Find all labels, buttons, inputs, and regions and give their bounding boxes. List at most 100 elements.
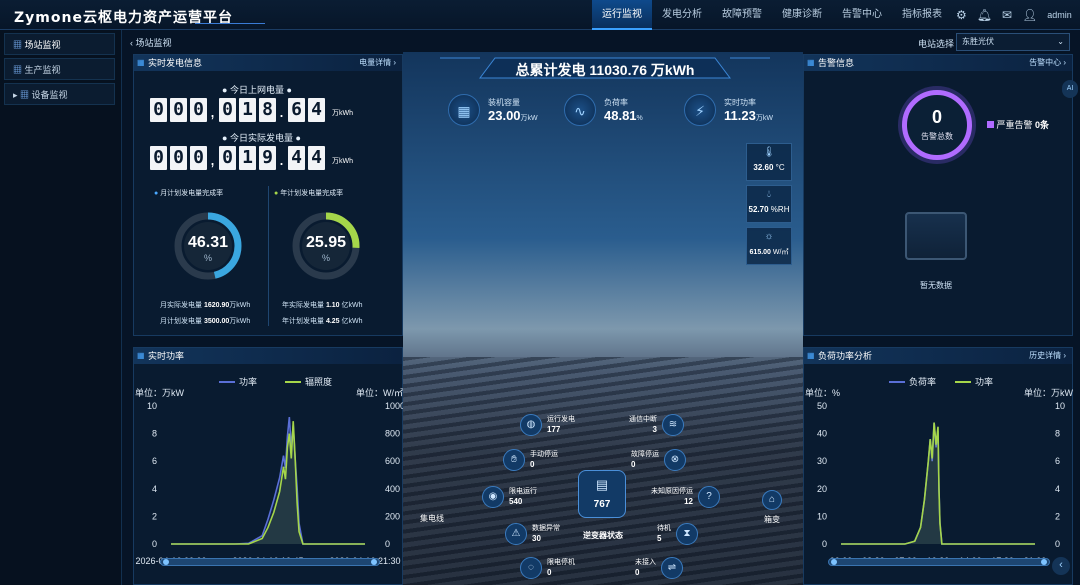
info-unit: 亿kWh [341, 318, 363, 325]
env-value: 32.60 [753, 163, 774, 172]
digit: 0 [219, 146, 236, 170]
node-value: 0 [635, 568, 640, 577]
nav-item-gen-analysis[interactable]: 发电分析 [652, 0, 712, 30]
stat-label: 实时功率 [724, 98, 756, 107]
env-unit: %RH [770, 205, 790, 214]
inv-comm-lost: 通信中断 3 ≋ [624, 414, 684, 436]
y-tick-left: 50 [817, 401, 827, 411]
hourglass-icon: ⧗ [676, 523, 698, 545]
digit: 9 [259, 146, 276, 170]
running-icon: ◍ [520, 414, 542, 436]
grid-icon: ▦ [20, 90, 32, 100]
warning-icon: ⚠︎ [505, 523, 527, 545]
label-text: 今日上网电量 [229, 85, 284, 95]
severe-alarm: 严重告警 0条 [987, 118, 1049, 131]
y-tick-left: 10 [817, 511, 827, 521]
inv-fault-stop: 故障停运 0 ⊗ [626, 449, 686, 471]
y-tick-left: 10 [147, 401, 157, 411]
env-irradiance: ☼ 615.00 W/㎡ [746, 227, 792, 265]
alarm-center-link[interactable]: 告警中心 › [1029, 55, 1066, 71]
y-tick-left: 0 [152, 539, 157, 549]
sidebar-item-station-monitor[interactable]: ▦ 场站监视 [4, 33, 115, 55]
sidebar-item-production-monitor[interactable]: ▦ 生产监视 [4, 58, 115, 80]
power-chart: 功率 辐照度单位：万kW 单位：W/㎡ 10 1000 8 800 6 600 4 400 2 200 0… [135, 376, 403, 566]
y-tick-right: 400 [385, 484, 400, 494]
digit-unit: 万kWh [332, 110, 353, 117]
y-tick-right: 2 [1055, 511, 1060, 521]
y-tick-left: 8 [152, 429, 157, 439]
y-tick-left: 30 [817, 456, 827, 466]
load-panel-header: ▦ 负荷功率分析 历史详情 › [804, 348, 1072, 364]
node-label: 手动停运 [530, 451, 558, 458]
load-chart-scrollbar[interactable] [828, 558, 1050, 566]
breadcrumb-label: 场站监视 [135, 38, 172, 48]
env-humidity: 💧︎ 52.70 %RH [746, 185, 792, 223]
digit: 0 [150, 98, 167, 122]
actual-energy-label: ● 今日实际发电量 ● [222, 133, 301, 143]
load-panel-title: 负荷功率分析 [818, 351, 873, 361]
node-value: 177 [547, 425, 561, 434]
grid-energy-label: ● 今日上网电量 ● [222, 85, 292, 95]
info-value: 1620.90 [203, 302, 230, 309]
plug-icon: ⇌ [661, 557, 683, 579]
y-tick-right: 600 [385, 456, 400, 466]
series-area [171, 417, 365, 544]
scroll-handle-right[interactable] [371, 559, 377, 565]
scroll-handle-right[interactable] [1041, 559, 1047, 565]
nav-item-reports[interactable]: 指标报表 [892, 0, 952, 30]
alarm-panel-title: 告警信息 [818, 58, 855, 68]
gen-detail-link[interactable]: 电量详情 › [359, 55, 396, 71]
y-axis-unit-right: 单位：万kW [1024, 387, 1073, 398]
label-text: 月计划发电量完成率 [160, 190, 224, 197]
y-tick-right: 0 [385, 539, 390, 549]
panel-mark-icon: ▦ [137, 351, 145, 360]
scroll-handle-left[interactable] [163, 559, 169, 565]
y-axis-unit-right: 单位：W/㎡ [356, 387, 403, 398]
gen-panel-header: ▦ 实时发电信息 电量详情 › [134, 55, 402, 71]
month-rate-title: ● 月计划发电量完成率 [154, 190, 224, 197]
nav-item-run-monitor[interactable]: 运行监视 [592, 0, 652, 30]
nav-item-health[interactable]: 健康诊断 [772, 0, 832, 30]
y-tick-right: 200 [385, 511, 400, 521]
severe-value: 0条 [1035, 120, 1050, 130]
bell-icon[interactable]: 🔔︎ [977, 8, 992, 22]
year-rate-unit: % [321, 253, 330, 263]
collapse-button[interactable]: ‹ [1052, 557, 1070, 575]
sidebar-item-label: 场站监视 [24, 40, 61, 50]
top-bar: Zymone云枢电力资产运营平台 运行监视 发电分析 故障预警 健康诊断 告警中… [0, 0, 1080, 30]
user-icon[interactable]: 👤︎ [1022, 8, 1037, 22]
power-panel-header: ▦ 实时功率 [134, 348, 402, 364]
sidebar-item-device-monitor[interactable]: ▸ ▦ 设备监视 [4, 83, 115, 105]
station-value: 东胜光伏 [962, 37, 994, 46]
info-label: 年实际发电量 [282, 302, 324, 309]
node-label: 限电运行 [509, 488, 537, 495]
stop-icon: ⊗ [664, 449, 686, 471]
digit: 0 [190, 98, 207, 122]
y-axis-unit-left: 单位：% [805, 387, 840, 398]
info-label: 年计划发电量 [282, 318, 324, 325]
ai-assistant-button[interactable]: AI [1062, 80, 1078, 98]
label-text: 今日实际发电量 [229, 133, 293, 143]
user-name[interactable]: admin [1047, 10, 1072, 20]
grid-icon: ▦ [13, 40, 25, 50]
digit-separator: . [279, 149, 285, 169]
chevron-down-icon: ⌄ [1057, 37, 1064, 46]
empty-box-icon [905, 212, 967, 260]
settings-icon[interactable]: ⚙ [956, 8, 967, 22]
digit: 0 [190, 146, 207, 170]
station-select[interactable]: 东胜光伏 ⌄ [956, 33, 1070, 51]
history-detail-link[interactable]: 历史详情 › [1029, 348, 1066, 364]
mail-icon[interactable]: ✉ [1002, 8, 1012, 22]
info-value: 4.25 [325, 318, 340, 325]
grid-icon: ▦ [13, 65, 25, 75]
env-unit: °C [775, 163, 785, 172]
info-label: 月实际发电量 [160, 302, 202, 309]
title-decoration [195, 10, 265, 24]
inv-standby: 待机 5 ⧗ [652, 523, 698, 545]
nav-item-alarm-center[interactable]: 告警中心 [832, 0, 892, 30]
power-chart-scrollbar[interactable] [160, 558, 380, 566]
divider [268, 186, 269, 326]
inv-unknown-stop: 未知原因停运 12? [646, 486, 720, 508]
nav-item-fault-warning[interactable]: 故障预警 [712, 0, 772, 30]
scroll-handle-left[interactable] [831, 559, 837, 565]
